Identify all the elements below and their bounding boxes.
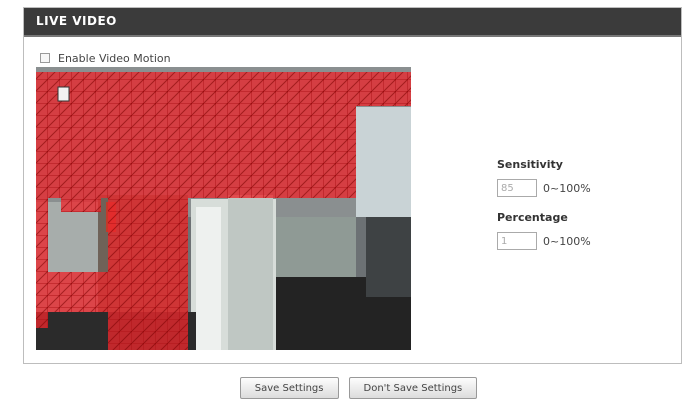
video-canvas[interactable]	[36, 67, 411, 350]
sensitivity-range: 0~100%	[543, 181, 591, 195]
percentage-label: Percentage	[497, 211, 568, 224]
action-buttons: Save Settings Don't Save Settings	[0, 377, 687, 399]
live-video-feed[interactable]	[36, 67, 411, 350]
live-video-panel: LIVE VIDEO Enable Video Motion Sensitivi…	[23, 7, 682, 364]
percentage-input[interactable]	[497, 232, 537, 250]
save-settings-button[interactable]: Save Settings	[239, 377, 339, 399]
sensitivity-label: Sensitivity	[497, 158, 563, 171]
panel-title: LIVE VIDEO	[24, 8, 681, 37]
cursor-icon	[57, 86, 70, 102]
detection-settings: Sensitivity 0~100% Percentage 0~100%	[497, 158, 591, 264]
enable-motion-checkbox[interactable]	[40, 53, 50, 63]
percentage-range: 0~100%	[543, 234, 591, 248]
sensitivity-input[interactable]	[497, 179, 537, 197]
enable-motion-label: Enable Video Motion	[58, 51, 171, 65]
enable-motion-row[interactable]: Enable Video Motion	[40, 50, 171, 66]
dont-save-settings-button[interactable]: Don't Save Settings	[348, 377, 478, 399]
